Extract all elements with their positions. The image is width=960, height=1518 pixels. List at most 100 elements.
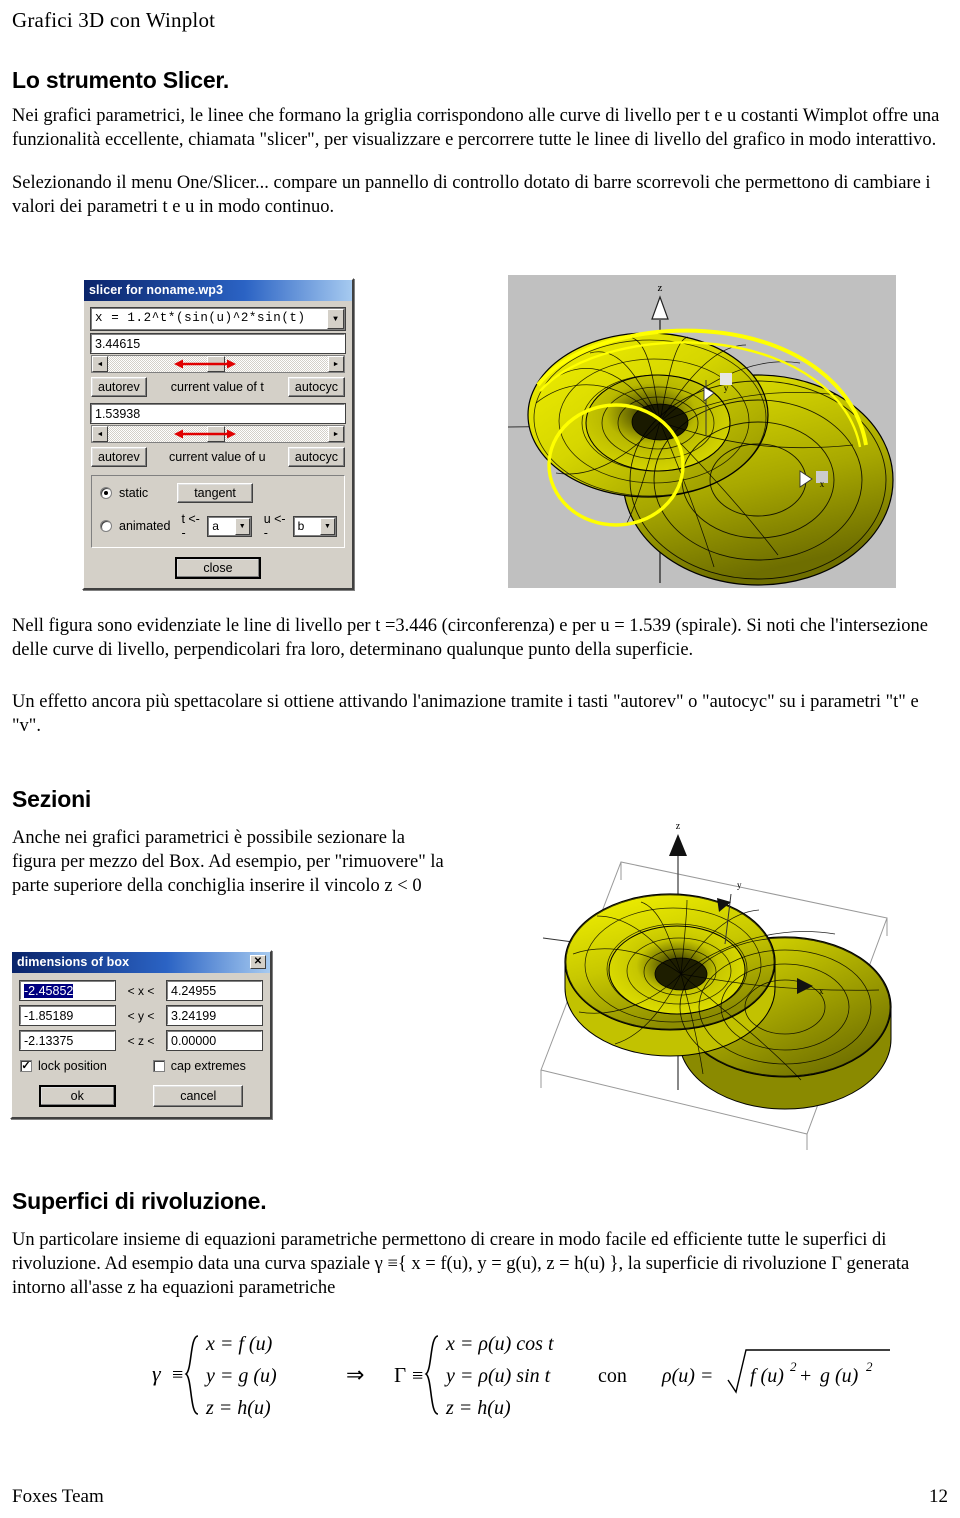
paragraph-superfici: Un particolare insieme di equazioni para… (12, 1230, 910, 1299)
plot-shell-with-level-curves: z y x (508, 275, 896, 588)
static-radio[interactable] (100, 487, 112, 499)
svg-text:z: z (676, 821, 681, 832)
svg-text:⇒: ⇒ (346, 1362, 364, 1387)
svg-text:y = ρ(u) sin t: y = ρ(u) sin t (444, 1365, 551, 1387)
tangent-button[interactable]: tangent (177, 483, 253, 503)
svg-text:z = h(u): z = h(u) (205, 1397, 271, 1419)
z-max-input[interactable]: 0.00000 (166, 1030, 263, 1051)
t-scroll-right-button[interactable]: ► (328, 356, 344, 372)
cap-extremes-checkbox[interactable] (152, 1060, 165, 1072)
svg-text:Γ: Γ (394, 1363, 406, 1387)
t-animate-variable-select[interactable]: a ▼ (207, 515, 252, 537)
svg-text:y = g (u): y = g (u) (204, 1365, 277, 1387)
svg-text:y: y (737, 880, 742, 890)
u-scrollbar[interactable]: ◄ ► (91, 425, 345, 443)
gamma-symbol: γ (152, 1361, 162, 1386)
t-autorev-button[interactable]: autorev (91, 377, 147, 397)
svg-text:y: y (724, 383, 729, 393)
t-scrollbar[interactable]: ◄ ► (91, 355, 345, 373)
chevron-down-icon[interactable]: ▼ (320, 517, 336, 535)
t-animate-variable-value: a (212, 518, 219, 533)
paragraph-sezioni: Anche nei grafici parametrici è possibil… (12, 828, 444, 897)
footer-author: Foxes Team (12, 1486, 104, 1507)
dimensions-of-box-dialog[interactable]: dimensions of box ✕ -2.45852 < x < 4.249… (10, 950, 272, 1119)
cap-extremes-label: cap extremes (170, 1059, 246, 1073)
heading-lo-strumento-slicer: Lo strumento Slicer. (12, 67, 230, 93)
u-animate-variable-value: b (297, 518, 305, 533)
box-dialog-body: -2.45852 < x < 4.24955 -1.85189 < y < 3.… (12, 973, 270, 1117)
z-operator-label: < z < (127, 1033, 155, 1048)
table-row: -1.85189 < y < 3.24199 (19, 1005, 263, 1026)
table-row: -2.45852 < x < 4.24955 (19, 980, 263, 1001)
slicer-dialog-body: x = 1.2^t*(sin(u)^2*sin(t) ▼ 3.44615 ◄ ► (84, 301, 352, 588)
u-scroll-right-button[interactable]: ► (328, 426, 344, 442)
svg-text:f (u): f (u) (750, 1365, 784, 1387)
close-button[interactable]: close (175, 557, 261, 579)
t-animate-arrow-label: t <-- (181, 512, 200, 540)
document-header: Grafici 3D con Winplot (12, 8, 216, 32)
u-scroll-track[interactable] (108, 426, 328, 442)
svg-text:g (u): g (u) (820, 1365, 859, 1387)
chevron-down-icon[interactable]: ▼ (234, 517, 250, 535)
x-operator-label: < x < (127, 983, 155, 998)
slicer-dialog-titlebar: slicer for noname.wp3 (84, 280, 352, 301)
y-max-input[interactable]: 3.24199 (166, 1005, 263, 1026)
red-double-arrow-annotation (174, 359, 236, 369)
u-animate-variable-select[interactable]: b ▼ (292, 515, 338, 537)
box-dialog-titlebar: dimensions of box ✕ (12, 952, 270, 973)
x-max-input[interactable]: 4.24955 (166, 980, 263, 1001)
svg-text:+: + (800, 1365, 811, 1387)
animated-radio[interactable] (100, 520, 112, 532)
x-min-input[interactable]: -2.45852 (19, 980, 116, 1001)
close-icon[interactable]: ✕ (250, 955, 266, 969)
cancel-button[interactable]: cancel (153, 1085, 244, 1107)
lock-position-label: lock position (38, 1059, 107, 1073)
svg-text:z: z (658, 282, 663, 294)
svg-text:x = ρ(u) cos t: x = ρ(u) cos t (445, 1333, 554, 1355)
heading-superfici-di-rivoluzione: Superfici di rivoluzione. (12, 1188, 267, 1214)
ok-button[interactable]: ok (38, 1085, 116, 1107)
equation-text: x = 1.2^t*(sin(u)^2*sin(t) (95, 311, 306, 325)
svg-text:z = h(u): z = h(u) (445, 1397, 511, 1419)
parametric-equations-formula: γ ≡ x = f (u) y = g (u) z = h(u) ⇒ Γ ≡ x… (150, 1318, 910, 1433)
slicer-dialog[interactable]: slicer for noname.wp3 x = 1.2^t*(sin(u)^… (82, 278, 354, 590)
svg-text:x: x (819, 986, 824, 996)
svg-text:x = f (u): x = f (u) (205, 1333, 273, 1355)
t-scroll-track[interactable] (108, 356, 328, 372)
static-radio-label: static (119, 486, 149, 500)
slicer-dialog-title: slicer for noname.wp3 (89, 283, 224, 297)
svg-text:ρ(u) =: ρ(u) = (661, 1365, 713, 1387)
heading-sezioni: Sezioni (12, 786, 92, 812)
z-min-input[interactable]: -2.13375 (19, 1030, 116, 1051)
y-min-input[interactable]: -1.85189 (19, 1005, 116, 1026)
paragraph-slicer-intro: Nei grafici parametrici, le linee che fo… (12, 106, 940, 151)
page-footer: Foxes Team 12 (12, 1486, 948, 1508)
svg-text:2: 2 (866, 1359, 873, 1374)
u-value-label: current value of u (169, 450, 266, 464)
paragraph-animation: Un effetto ancora più spettacolare si ot… (12, 692, 919, 737)
t-scroll-left-button[interactable]: ◄ (92, 356, 108, 372)
plot-shell-sectioned: z y x (535, 812, 895, 1150)
u-value-input[interactable]: 1.53938 (90, 403, 346, 424)
equation-combobox[interactable]: x = 1.2^t*(sin(u)^2*sin(t) ▼ (90, 307, 346, 331)
svg-text:≡: ≡ (412, 1365, 423, 1387)
chevron-down-icon[interactable]: ▼ (327, 309, 344, 329)
lock-position-checkbox[interactable]: ✓ (20, 1060, 32, 1072)
u-autorev-button[interactable]: autorev (91, 447, 147, 467)
svg-text:2: 2 (790, 1359, 797, 1374)
u-autocyc-button[interactable]: autocyc (287, 447, 345, 467)
mode-groupbox: static tangent animated t <-- a ▼ u <-- … (91, 475, 345, 548)
box-dialog-title: dimensions of box (17, 955, 130, 969)
t-value-input[interactable]: 3.44615 (90, 333, 346, 354)
paragraph-slicer-menu: Selezionando il menu One/Slicer... compa… (12, 173, 931, 218)
t-value-label: current value of t (170, 380, 264, 394)
table-row: -2.13375 < z < 0.00000 (19, 1030, 263, 1051)
paragraph-level-curves: Nell figura sono evidenziate le line di … (12, 616, 928, 661)
svg-text:x: x (820, 479, 825, 489)
u-animate-arrow-label: u <-- (263, 512, 286, 540)
t-autocyc-button[interactable]: autocyc (287, 377, 345, 397)
u-scroll-left-button[interactable]: ◄ (92, 426, 108, 442)
footer-page-number: 12 (929, 1486, 948, 1507)
svg-text:con: con (598, 1365, 627, 1387)
animated-radio-label: animated (119, 519, 171, 533)
